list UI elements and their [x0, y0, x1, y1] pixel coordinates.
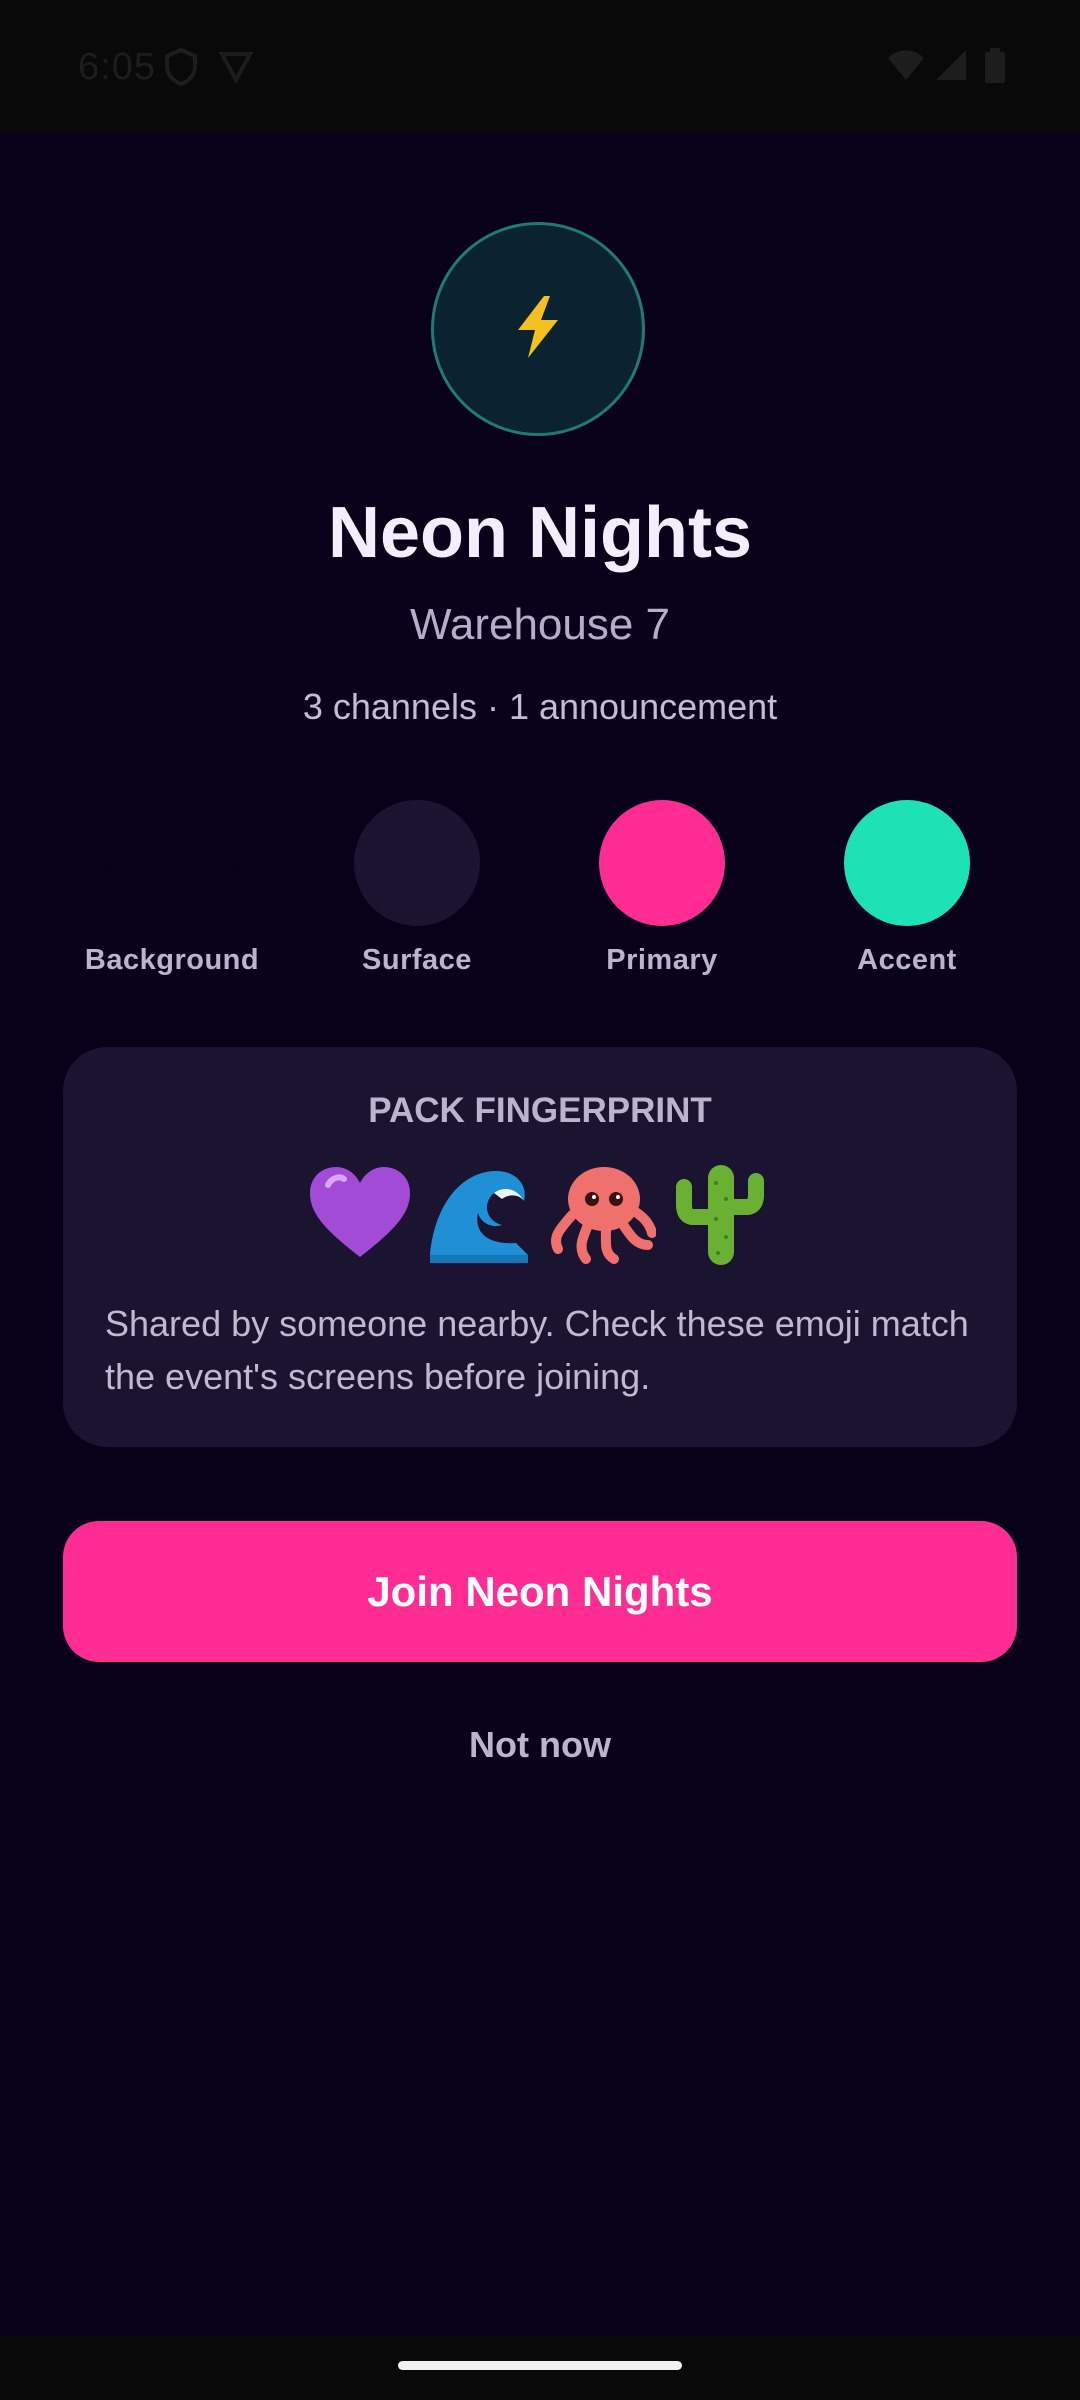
swatch-primary	[599, 800, 725, 926]
swatch-label-surface: Surface	[362, 944, 472, 976]
join-button[interactable]: Join Neon Nights	[63, 1521, 1017, 1662]
event-avatar	[431, 222, 645, 436]
fingerprint-card: PACK FINGERPRINT Shared by someone nearb…	[63, 1047, 1017, 1447]
swatch-label-background: Background	[84, 944, 260, 976]
event-summary: 3 channels · 1 announcement	[302, 686, 778, 727]
swatch-label-primary: Primary	[606, 944, 718, 976]
event-title: Neon Nights	[328, 493, 752, 573]
water-wave-icon	[424, 1159, 536, 1267]
swatch-surface	[354, 800, 480, 926]
lightning-bolt-icon	[508, 294, 568, 365]
status-time: 6:05	[78, 46, 156, 88]
swatch-background	[109, 800, 235, 926]
octopus-icon	[544, 1159, 657, 1267]
status-bar: 6:05	[0, 0, 1080, 134]
join-event-screen: 6:05 Neon Nights Warehouse 7 3 channels …	[0, 0, 1080, 2400]
purple-heart-icon	[304, 1159, 416, 1267]
wifi-icon	[886, 48, 926, 87]
home-indicator[interactable]	[398, 2361, 682, 2370]
cactus-icon	[664, 1159, 776, 1267]
swatch-accent	[844, 800, 970, 926]
not-now-button[interactable]: Not now	[390, 1724, 690, 1780]
shield-icon	[164, 47, 198, 91]
fingerprint-title: PACK FINGERPRINT	[368, 1091, 712, 1130]
swatch-label-accent: Accent	[857, 944, 957, 976]
fingerprint-description: Shared by someone nearby. Check these em…	[105, 1303, 969, 1397]
vpn-icon	[218, 48, 254, 89]
event-venue: Warehouse 7	[409, 600, 671, 649]
fingerprint-emoji-row	[63, 1159, 1017, 1267]
signal-icon	[934, 48, 968, 87]
battery-icon	[984, 48, 1006, 89]
